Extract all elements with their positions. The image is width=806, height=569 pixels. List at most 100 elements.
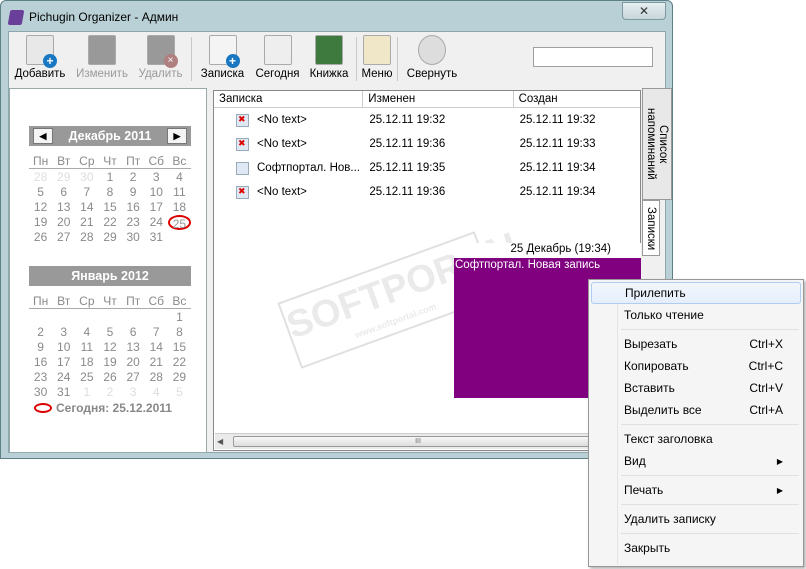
day-cell[interactable]: 3 bbox=[122, 385, 145, 400]
menu-item[interactable]: Вставить Ctrl+V bbox=[591, 377, 801, 399]
day-cell[interactable]: 22 bbox=[98, 215, 121, 230]
menu-item[interactable]: Прилепить bbox=[591, 282, 801, 304]
day-cell[interactable]: 21 bbox=[145, 355, 168, 370]
day-cell[interactable]: 17 bbox=[52, 355, 75, 370]
day-cell[interactable]: 3 bbox=[145, 170, 168, 185]
toolbar-button-1[interactable]: Изменить bbox=[71, 32, 133, 86]
scroll-thumb[interactable]: III bbox=[233, 436, 603, 447]
menu-item[interactable]: Копировать Ctrl+C bbox=[591, 355, 801, 377]
day-cell[interactable]: 1 bbox=[75, 385, 98, 400]
day-cell[interactable]: 26 bbox=[98, 370, 121, 385]
day-cell[interactable]: 7 bbox=[75, 185, 98, 200]
day-cell[interactable]: 29 bbox=[168, 370, 191, 385]
toolbar-button-10[interactable]: Свернуть bbox=[401, 32, 463, 86]
day-cell[interactable]: 16 bbox=[122, 200, 145, 215]
day-cell[interactable]: 18 bbox=[75, 355, 98, 370]
day-cell[interactable]: 6 bbox=[52, 185, 75, 200]
day-cell[interactable]: 15 bbox=[98, 200, 121, 215]
day-cell[interactable]: 10 bbox=[145, 185, 168, 200]
today-link[interactable]: Сегодня: 25.12.2011 bbox=[34, 401, 172, 415]
tab-notes[interactable]: Записки bbox=[642, 200, 660, 256]
menu-item[interactable]: Закрыть bbox=[591, 537, 801, 559]
day-cell[interactable]: 9 bbox=[122, 185, 145, 200]
day-cell[interactable]: 22 bbox=[168, 355, 191, 370]
toolbar-button-0[interactable]: + Добавить bbox=[9, 32, 71, 86]
table-row[interactable]: <No text> 25.12.11 19:36 25.12.11 19:34 bbox=[214, 180, 640, 204]
column-header-note[interactable]: Записка bbox=[214, 91, 364, 107]
day-cell[interactable]: 14 bbox=[145, 340, 168, 355]
day-cell[interactable]: 2 bbox=[29, 325, 52, 340]
day-cell[interactable]: 8 bbox=[98, 185, 121, 200]
day-cell[interactable]: 10 bbox=[52, 340, 75, 355]
day-cell[interactable]: 30 bbox=[122, 230, 145, 245]
day-cell[interactable]: 31 bbox=[52, 385, 75, 400]
day-cell[interactable]: 29 bbox=[52, 170, 75, 185]
day-cell[interactable]: 26 bbox=[29, 230, 52, 245]
day-cell[interactable]: 27 bbox=[122, 370, 145, 385]
day-cell[interactable]: 1 bbox=[168, 310, 191, 325]
toolbar-button-8[interactable]: Меню bbox=[360, 32, 394, 86]
day-cell[interactable]: 18 bbox=[168, 200, 191, 215]
day-cell[interactable]: 5 bbox=[168, 385, 191, 400]
search-input[interactable] bbox=[533, 47, 653, 67]
day-cell[interactable]: 25 bbox=[75, 370, 98, 385]
day-cell[interactable]: 1 bbox=[98, 170, 121, 185]
day-cell[interactable]: 14 bbox=[75, 200, 98, 215]
menu-item[interactable]: Удалить записку bbox=[591, 508, 801, 530]
day-cell[interactable]: 28 bbox=[75, 230, 98, 245]
menu-item[interactable]: Вид ▶ bbox=[591, 450, 801, 472]
day-cell[interactable]: 19 bbox=[98, 355, 121, 370]
prev-month-button[interactable]: ◀ bbox=[33, 128, 53, 144]
day-cell[interactable]: 31 bbox=[145, 230, 168, 245]
day-cell[interactable]: 2 bbox=[122, 170, 145, 185]
day-cell[interactable]: 25 bbox=[167, 215, 191, 231]
day-cell[interactable]: 5 bbox=[98, 325, 121, 340]
menu-item[interactable]: Выделить все Ctrl+A bbox=[591, 399, 801, 421]
day-cell[interactable]: 12 bbox=[29, 200, 52, 215]
menu-item[interactable]: Печать ▶ bbox=[591, 479, 801, 501]
next-month-button[interactable]: ▶ bbox=[167, 128, 187, 144]
day-cell[interactable]: 30 bbox=[29, 385, 52, 400]
day-cell[interactable]: 27 bbox=[52, 230, 75, 245]
day-cell[interactable]: 9 bbox=[29, 340, 52, 355]
day-cell[interactable]: 8 bbox=[168, 325, 191, 340]
scroll-left-icon[interactable]: ◀ bbox=[217, 437, 223, 446]
column-header-created[interactable]: Создан bbox=[514, 91, 640, 107]
day-cell[interactable]: 21 bbox=[75, 215, 98, 230]
day-cell[interactable]: 4 bbox=[75, 325, 98, 340]
day-cell[interactable]: 15 bbox=[168, 340, 191, 355]
day-cell[interactable]: 7 bbox=[145, 325, 168, 340]
day-cell[interactable]: 17 bbox=[145, 200, 168, 215]
day-cell[interactable]: 11 bbox=[75, 340, 98, 355]
menu-item[interactable]: Текст заголовка bbox=[591, 428, 801, 450]
day-cell[interactable]: 30 bbox=[75, 170, 98, 185]
day-cell[interactable]: 3 bbox=[52, 325, 75, 340]
day-cell[interactable]: 23 bbox=[122, 215, 145, 230]
day-cell[interactable]: 19 bbox=[29, 215, 52, 230]
menu-item[interactable]: Только чтение bbox=[591, 304, 801, 326]
day-cell[interactable]: 5 bbox=[29, 185, 52, 200]
day-cell[interactable]: 6 bbox=[122, 325, 145, 340]
horizontal-scrollbar[interactable]: ◀ III bbox=[215, 433, 639, 449]
close-button[interactable]: ✕ bbox=[622, 2, 666, 20]
day-cell[interactable]: 4 bbox=[168, 170, 191, 185]
day-cell[interactable]: 4 bbox=[145, 385, 168, 400]
day-cell[interactable]: 28 bbox=[145, 370, 168, 385]
day-cell[interactable]: 20 bbox=[122, 355, 145, 370]
tab-reminders[interactable]: Список напоминаний bbox=[642, 88, 672, 200]
column-header-changed[interactable]: Изменен bbox=[363, 91, 514, 107]
day-cell[interactable]: 24 bbox=[52, 370, 75, 385]
toolbar-button-2[interactable]: × Удалить bbox=[133, 32, 188, 86]
day-cell[interactable]: 16 bbox=[29, 355, 52, 370]
day-cell[interactable]: 11 bbox=[168, 185, 191, 200]
day-cell[interactable]: 29 bbox=[98, 230, 121, 245]
day-cell[interactable]: 13 bbox=[122, 340, 145, 355]
day-cell[interactable]: 12 bbox=[98, 340, 121, 355]
menu-item[interactable]: Вырезать Ctrl+X bbox=[591, 333, 801, 355]
day-cell[interactable]: 13 bbox=[52, 200, 75, 215]
table-row[interactable]: <No text> 25.12.11 19:32 25.12.11 19:32 bbox=[214, 108, 640, 132]
toolbar-button-5[interactable]: Сегодня bbox=[250, 32, 305, 86]
day-cell[interactable]: 2 bbox=[98, 385, 121, 400]
day-cell[interactable]: 28 bbox=[29, 170, 52, 185]
day-cell[interactable]: 23 bbox=[29, 370, 52, 385]
